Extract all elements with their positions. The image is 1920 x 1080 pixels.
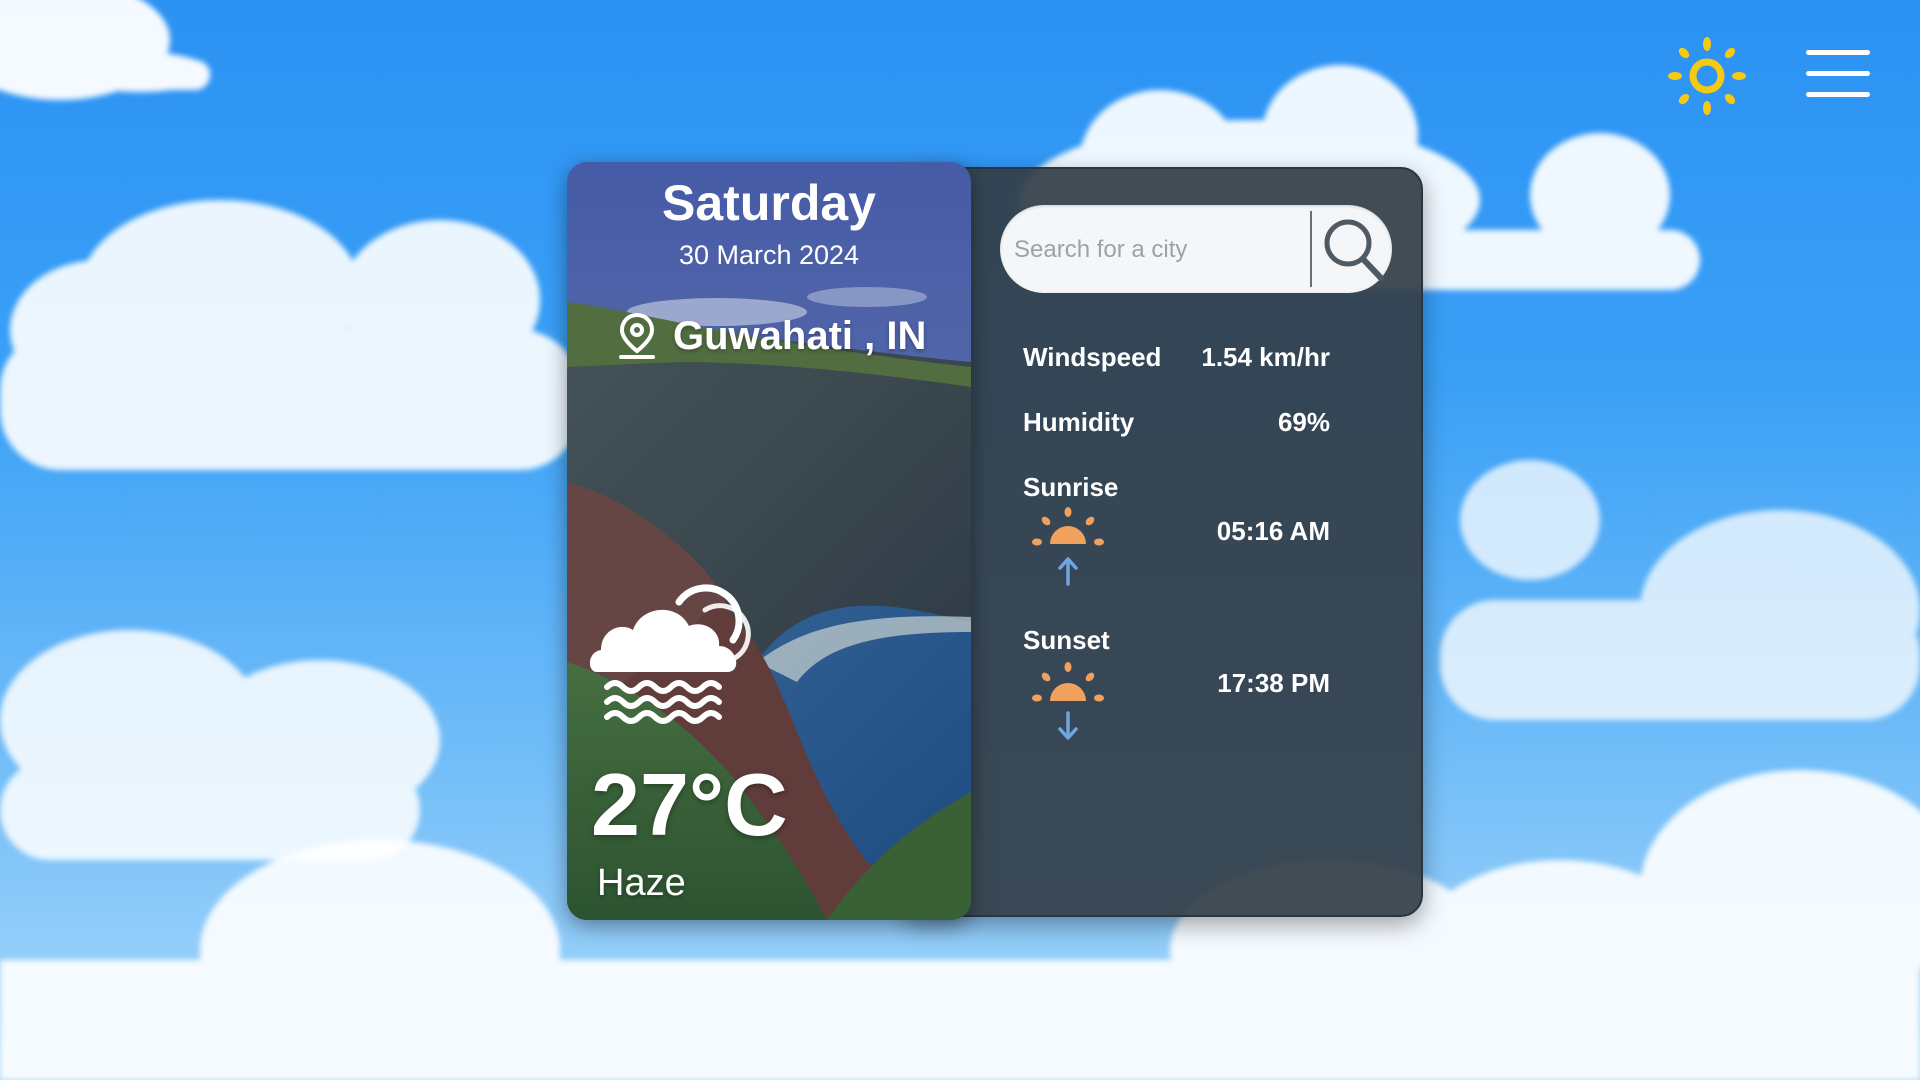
day-name: Saturday — [662, 175, 876, 231]
search-button[interactable] — [1318, 213, 1388, 285]
cloud-fog-icon — [589, 584, 751, 724]
sunset-time: 17:38 PM — [1217, 668, 1330, 698]
humidity-value: 69% — [1277, 407, 1330, 437]
menu-line — [1806, 92, 1870, 97]
temperature-value: 27°C — [591, 755, 788, 854]
location-pin-icon — [619, 312, 655, 359]
windspeed-value: 1.54 km/hr — [1201, 342, 1330, 372]
sunrise-time: 05:16 AM — [1216, 516, 1330, 546]
weather-condition: Haze — [597, 862, 686, 904]
sunrise-label: Sunrise — [1023, 472, 1119, 502]
hamburger-menu-icon[interactable] — [1806, 46, 1870, 100]
theme-toggle-sun-icon[interactable] — [1667, 36, 1747, 116]
sunrise-icon — [1032, 507, 1104, 586]
city-search-input[interactable] — [1012, 205, 1306, 295]
location-row: Guwahati , IN — [617, 308, 926, 364]
sunset-label: Sunset — [1023, 625, 1110, 655]
date-text: 30 March 2024 — [678, 240, 860, 270]
magnifier-icon — [1324, 219, 1384, 281]
city-search-box — [1000, 205, 1392, 295]
menu-line — [1806, 71, 1870, 76]
current-weather-card: Saturday 30 March 2024 Guwahati , IN 27°… — [567, 162, 971, 920]
humidity-label: Humidity — [1023, 407, 1135, 437]
search-divider — [1310, 211, 1312, 287]
sunset-icon — [1032, 662, 1104, 740]
location-name: Guwahati , IN — [673, 313, 927, 358]
menu-line — [1806, 50, 1870, 55]
